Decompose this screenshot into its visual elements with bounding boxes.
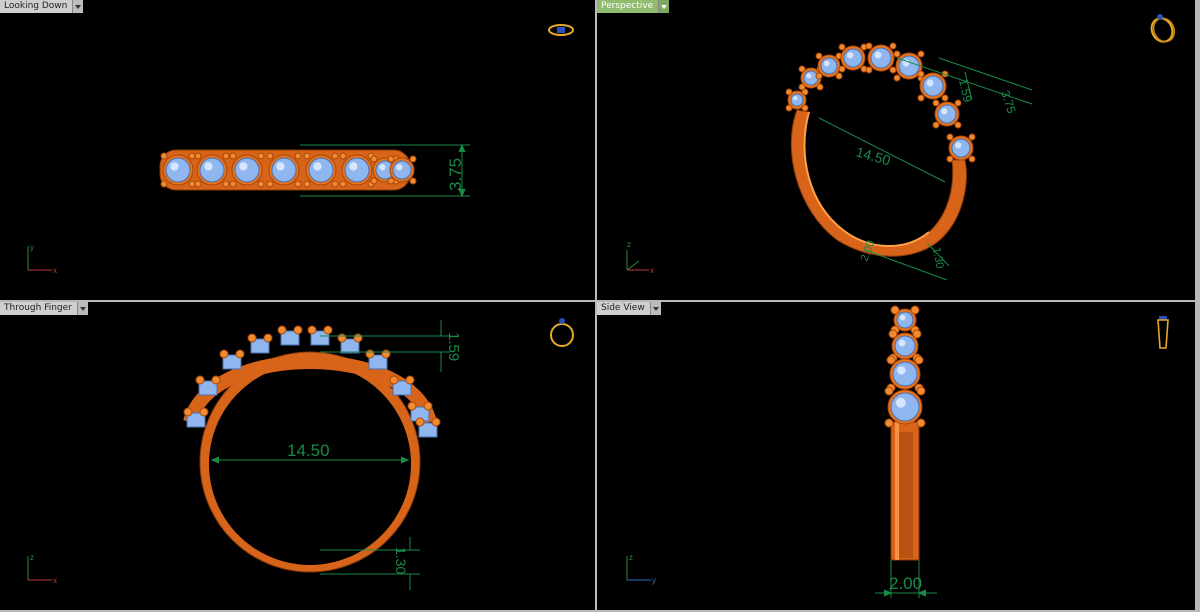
prong <box>307 325 317 335</box>
prong <box>405 375 415 385</box>
prong <box>219 349 229 359</box>
axis-label-horizontal: y <box>652 576 656 585</box>
viewport-tab[interactable]: Looking Down <box>0 0 84 13</box>
viewport-title: Perspective <box>597 0 660 13</box>
prong <box>365 349 375 359</box>
gem-setting <box>932 99 962 129</box>
dimension-label: 2.00 <box>889 574 922 593</box>
axis-indicator: z x <box>626 240 654 275</box>
dimension-label: 3.75 <box>998 89 1019 116</box>
gem-setting <box>890 305 920 335</box>
prong <box>199 407 209 417</box>
gem-setting <box>815 52 843 80</box>
viewport-tab[interactable]: Through Finger <box>0 302 88 315</box>
dimension-label: 14.50 <box>287 441 330 460</box>
prong <box>323 325 333 335</box>
dimension-label: 3.75 <box>446 158 465 191</box>
chevron-down-icon[interactable] <box>73 0 84 13</box>
gem-setting <box>160 152 196 188</box>
ring-side-view-icon[interactable] <box>1157 316 1169 349</box>
ring-perspective-icon[interactable] <box>1148 14 1178 45</box>
gem-setting <box>194 152 230 188</box>
viewport-looking-down[interactable]: Looking Down 3.75 y x <box>0 0 595 300</box>
chevron-down-icon[interactable] <box>650 302 661 315</box>
viewport-title: Through Finger <box>0 302 78 315</box>
gem-row <box>884 305 926 428</box>
axis-label-vertical: z <box>629 553 633 562</box>
viewport-through-finger[interactable]: Through Finger 14.50 1.59 1.30 z x <box>0 302 595 610</box>
prong <box>211 375 221 385</box>
viewport-tab[interactable]: Side View <box>597 302 661 315</box>
gem-setting <box>886 355 924 393</box>
viewport-perspective[interactable]: Perspective 14.50 1.59 3.75 1.30 2.00 z … <box>597 0 1195 300</box>
gem-setting <box>303 152 339 188</box>
gem-setting <box>865 42 897 74</box>
ring-model: 14.50 1.59 3.75 1.30 2.00 z x <box>626 14 1178 281</box>
prong <box>247 333 257 343</box>
gem-setting <box>229 152 265 188</box>
viewport-title: Side View <box>597 302 651 315</box>
prong <box>277 325 287 335</box>
gem-setting <box>838 43 868 73</box>
dimension-label: 1.59 <box>445 332 462 361</box>
axis-indicator: z y <box>626 553 656 585</box>
dimension-label: 14.50 <box>854 144 892 169</box>
prong <box>423 401 433 411</box>
viewport-title: Looking Down <box>0 0 74 13</box>
axis-label-vertical: y <box>30 243 34 252</box>
ring-model: 14.50 1.59 1.30 z x <box>27 318 574 590</box>
prong <box>293 325 303 335</box>
prong <box>431 417 441 427</box>
gem-setting <box>266 152 302 188</box>
axis-label-horizontal: x <box>650 266 654 275</box>
viewport-side-view[interactable]: Side View 2.00 z y <box>597 302 1195 610</box>
gem-setting <box>946 133 976 163</box>
axis-indicator: z x <box>27 553 57 585</box>
axis-indicator: y x <box>27 243 57 275</box>
viewport-tab[interactable]: Perspective <box>597 0 670 13</box>
axis-label-horizontal: x <box>53 266 57 275</box>
prong <box>183 407 193 417</box>
gem-setting <box>387 155 417 185</box>
chevron-down-icon[interactable] <box>77 302 88 315</box>
prong <box>353 333 363 343</box>
prong <box>337 333 347 343</box>
axis-label-vertical: z <box>627 240 631 249</box>
prong <box>195 375 205 385</box>
axis-label-horizontal: x <box>53 576 57 585</box>
gem-setting <box>339 152 375 188</box>
ring-band <box>890 421 920 561</box>
ring-band <box>790 109 967 257</box>
axis-label-vertical: z <box>30 553 34 562</box>
prong <box>235 349 245 359</box>
ring-model: 2.00 z y <box>626 305 1169 598</box>
ring-top-view-icon[interactable] <box>548 24 574 36</box>
prong <box>415 417 425 427</box>
prong <box>407 401 417 411</box>
ring-front-view-icon[interactable] <box>550 318 574 347</box>
dimension-label: 1.30 <box>930 246 946 269</box>
prong <box>389 375 399 385</box>
chevron-down-icon[interactable] <box>659 0 670 13</box>
prong <box>381 349 391 359</box>
gem-setting <box>884 386 926 428</box>
prong <box>263 333 273 343</box>
gem-setting <box>917 70 949 102</box>
gem-setting <box>785 88 809 112</box>
dimension-label: 1.30 <box>393 547 409 574</box>
ring-model: 3.75 y x <box>27 24 574 275</box>
